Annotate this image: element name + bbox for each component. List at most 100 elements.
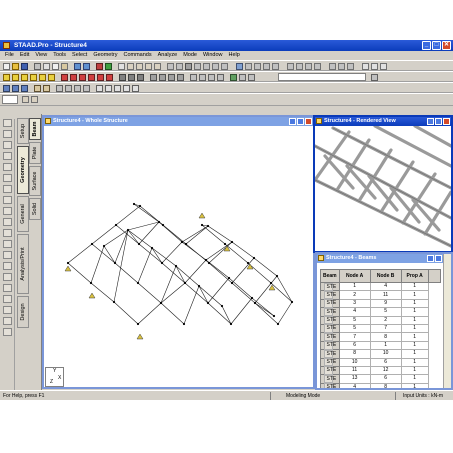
beams-table-window[interactable]: Structure4 - Beams Beam Node A Node B Pr… xyxy=(315,252,453,390)
load-tool-icon[interactable] xyxy=(3,229,12,237)
save-icon[interactable] xyxy=(21,63,28,70)
load-icon[interactable] xyxy=(347,63,354,70)
surface-tool-icon[interactable] xyxy=(3,174,12,182)
column-header-material[interactable] xyxy=(427,269,441,283)
table-cell[interactable]: 2 xyxy=(369,315,402,325)
close-button[interactable]: ✕ xyxy=(442,41,451,50)
column-header-prop-a[interactable]: Prop A xyxy=(400,269,429,283)
tab-setup[interactable]: Setup xyxy=(17,118,29,144)
menu-view[interactable]: View xyxy=(32,51,50,60)
print-icon[interactable] xyxy=(34,63,41,70)
beams-vertical-scrollbar[interactable] xyxy=(443,254,451,388)
scale-icon[interactable] xyxy=(212,63,219,70)
column-header-beam[interactable]: Beam xyxy=(320,269,340,283)
table-row[interactable]: 6571STE xyxy=(320,323,441,334)
font-icon[interactable] xyxy=(371,63,378,70)
column-header-node-a[interactable]: Node A xyxy=(338,269,371,283)
3d-rendering-icon[interactable] xyxy=(230,74,237,81)
menu-commands[interactable]: Commands xyxy=(120,51,154,60)
beam-tool-icon[interactable] xyxy=(3,141,12,149)
menu-geometry[interactable]: Geometry xyxy=(90,51,120,60)
my-icon[interactable] xyxy=(123,85,130,92)
table-cell[interactable]: STE xyxy=(323,290,336,300)
table-cell[interactable]: STE xyxy=(323,316,336,325)
new-file-icon[interactable] xyxy=(3,63,10,70)
view-back-icon[interactable] xyxy=(12,74,19,81)
paste-icon[interactable] xyxy=(61,63,68,70)
rendered-view-window[interactable]: Structure4 - Rendered View xyxy=(313,115,453,253)
table-cell[interactable]: 8 xyxy=(338,349,371,359)
node-displacement-icon[interactable] xyxy=(56,85,63,92)
whole-structure-window[interactable]: Structure4 - Whole Structure Y X Z xyxy=(42,115,315,389)
menu-select[interactable]: Select xyxy=(69,51,90,60)
table-cell[interactable]: STE xyxy=(323,366,336,375)
tab-analysis-print[interactable]: Analysis/Print xyxy=(17,234,29,294)
load-view-icon[interactable] xyxy=(43,85,50,92)
close-icon[interactable] xyxy=(443,118,450,125)
select-cursor-icon[interactable] xyxy=(118,63,125,70)
table-row[interactable]: 1141STE xyxy=(320,281,441,292)
table-cell[interactable]: 1 xyxy=(400,374,429,384)
node-numbers-icon[interactable] xyxy=(3,85,10,92)
table-row[interactable]: 13481STE xyxy=(320,382,441,388)
rotate-right-icon[interactable] xyxy=(88,74,95,81)
menu-analyze[interactable]: Analyze xyxy=(155,51,181,60)
table-cell[interactable]: 4 xyxy=(369,281,402,292)
close-icon[interactable] xyxy=(305,118,312,125)
plate-numbers-icon[interactable] xyxy=(21,85,28,92)
beams-cursor-icon[interactable] xyxy=(136,63,143,70)
solids-cursor-icon[interactable] xyxy=(154,63,161,70)
tab-geometry[interactable]: Geometry xyxy=(17,146,29,194)
menu-edit[interactable]: Edit xyxy=(17,51,32,60)
maximize-icon[interactable] xyxy=(297,118,304,125)
table-cell[interactable]: 10 xyxy=(369,349,402,359)
group-select-dropdown[interactable] xyxy=(278,73,366,81)
table-cell[interactable]: 1 xyxy=(400,290,429,300)
plates-cursor-icon[interactable] xyxy=(145,63,152,70)
table-cell[interactable]: 6 xyxy=(338,340,371,351)
view-left-icon[interactable] xyxy=(21,74,28,81)
node-tool-icon[interactable] xyxy=(3,130,12,138)
table-cell[interactable]: 11 xyxy=(369,290,402,300)
table-cell[interactable]: 1 xyxy=(400,365,429,376)
isometric-icon[interactable] xyxy=(119,74,126,81)
next-view-icon[interactable] xyxy=(217,74,224,81)
dynamic-zoom-icon[interactable] xyxy=(137,74,144,81)
table-cell[interactable]: 4 xyxy=(338,307,371,317)
rotate-up-icon[interactable] xyxy=(61,74,68,81)
analysis-tool-icon[interactable] xyxy=(3,251,12,259)
table-cell[interactable]: 1 xyxy=(400,332,429,342)
maximize-icon[interactable] xyxy=(435,118,442,125)
table-cell[interactable]: 4 xyxy=(338,382,371,388)
table-cell[interactable]: 1 xyxy=(400,298,429,309)
snap-node-icon[interactable] xyxy=(245,63,252,70)
redo-icon[interactable] xyxy=(83,63,90,70)
filter-icon[interactable] xyxy=(248,74,255,81)
support-icon[interactable] xyxy=(338,63,345,70)
reactions-icon[interactable] xyxy=(83,85,90,92)
spin-left-icon[interactable] xyxy=(97,74,104,81)
solid-tool-icon[interactable] xyxy=(3,163,12,171)
label-icon[interactable] xyxy=(176,63,183,70)
table-cell[interactable]: 3 xyxy=(338,298,371,309)
view-top-icon[interactable] xyxy=(39,74,46,81)
table-cell[interactable]: 7 xyxy=(338,332,371,342)
table-row[interactable]: 4451STE xyxy=(320,307,441,317)
geometry-tool-icon[interactable] xyxy=(3,185,12,193)
column-header-node-b[interactable]: Node B xyxy=(369,269,402,283)
table-cell[interactable]: 13 xyxy=(338,374,371,384)
maximize-button[interactable]: □ xyxy=(432,41,441,50)
mz-icon[interactable] xyxy=(132,85,139,92)
measure-tool-icon[interactable] xyxy=(3,295,12,303)
mx-icon[interactable] xyxy=(114,85,121,92)
table-row[interactable]: 5521STE xyxy=(320,315,441,325)
design-tool-icon[interactable] xyxy=(3,262,12,270)
add-solid-icon[interactable] xyxy=(272,63,279,70)
table-cell[interactable]: 1 xyxy=(400,323,429,334)
material-tool-icon[interactable] xyxy=(3,240,12,248)
section-icon[interactable] xyxy=(239,74,246,81)
undo-icon[interactable] xyxy=(74,63,81,70)
table-cell[interactable]: 1 xyxy=(400,382,429,388)
view-front-icon[interactable] xyxy=(3,74,10,81)
property-tool-icon[interactable] xyxy=(3,196,12,204)
